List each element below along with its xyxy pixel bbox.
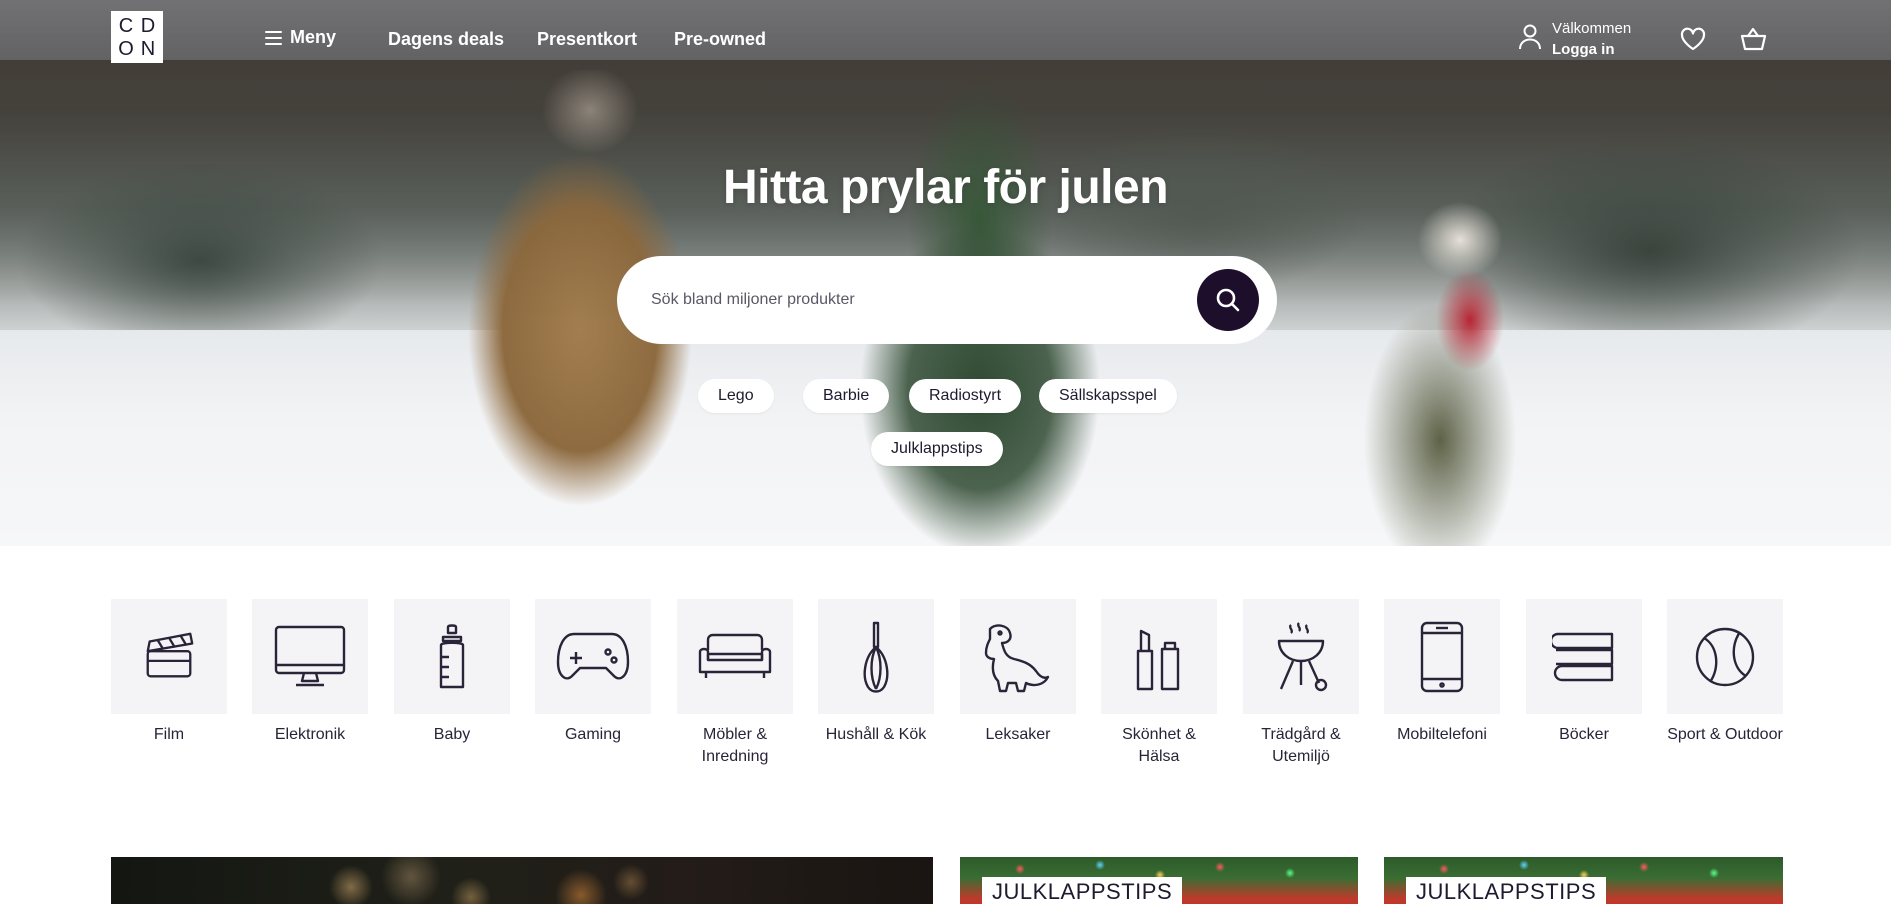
hero-title: Hitta prylar för julen (722, 161, 1169, 214)
heart-icon[interactable] (1680, 27, 1706, 56)
hamburger-icon (265, 30, 282, 45)
logo-letter: N (140, 37, 156, 60)
category-label: Elektronik (274, 726, 346, 743)
category-label: Leksaker (985, 726, 1051, 743)
basket-icon[interactable] (1740, 27, 1767, 56)
search-bar (617, 256, 1277, 344)
sofa-icon (698, 633, 772, 678)
account-greeting: Välkommen (1552, 20, 1632, 37)
category-label: Baby (433, 726, 471, 743)
cdon-logo[interactable]: C D O N (111, 11, 163, 63)
nav-link-presentkort[interactable]: Presentkort (537, 29, 637, 50)
user-icon (1518, 23, 1542, 56)
clapperboard-icon (146, 632, 194, 677)
promo-banner-julklappstips-2[interactable]: JULKLAPPSTIPS (1384, 857, 1783, 904)
logo-letter: O (118, 37, 134, 60)
category-mobler-inredning[interactable]: Möbler & Inredning (677, 599, 793, 768)
category-tile (1384, 599, 1500, 714)
nav-link-dagens-deals[interactable]: Dagens deals (388, 29, 504, 50)
whisk-icon (863, 621, 889, 693)
search-input[interactable] (651, 291, 1197, 309)
category-label: Möbler & Inredning (701, 726, 769, 765)
category-sport-outdoor[interactable]: Sport & Outdoor (1667, 599, 1783, 746)
category-leksaker[interactable]: Leksaker (960, 599, 1076, 746)
promo-banner-julklappstips-1[interactable]: JULKLAPPSTIPS (960, 857, 1358, 904)
category-tile (252, 599, 368, 714)
phone-icon (1420, 621, 1464, 692)
category-tile (960, 599, 1076, 714)
category-label: Sport & Outdoor (1667, 726, 1783, 743)
account-login-label: Logga in (1552, 41, 1615, 58)
category-label: Böcker (1559, 726, 1609, 743)
logo-letter: D (140, 14, 156, 37)
search-chip-julklappstips[interactable]: Julklappstips (871, 432, 1003, 466)
books-icon (1552, 632, 1614, 681)
category-label: Skönhet & Hälsa (1122, 726, 1196, 765)
logo-letter: C (118, 14, 134, 37)
category-tile (394, 599, 510, 714)
monitor-icon (274, 625, 346, 686)
ball-icon (1695, 627, 1755, 686)
search-icon (1216, 288, 1240, 312)
menu-button[interactable]: Meny (265, 27, 336, 48)
category-label: Gaming (564, 726, 622, 743)
category-tile (535, 599, 651, 714)
category-bocker[interactable]: Böcker (1526, 599, 1642, 746)
search-chip-barbie[interactable]: Barbie (803, 379, 890, 413)
promo-tag: JULKLAPPSTIPS (1406, 877, 1607, 904)
gamepad-icon (556, 632, 630, 679)
cosmetics-icon (1136, 629, 1180, 690)
category-tile (1526, 599, 1642, 714)
category-label: Film (153, 726, 185, 743)
category-elektronik[interactable]: Elektronik (252, 599, 368, 746)
category-tile (818, 599, 934, 714)
category-gaming[interactable]: Gaming (535, 599, 651, 746)
category-mobiltelefoni[interactable]: Mobiltelefoni (1384, 599, 1500, 746)
category-film[interactable]: Film (111, 599, 227, 746)
menu-label: Meny (290, 27, 337, 47)
search-button[interactable] (1197, 269, 1259, 331)
search-chip-radiostyrt[interactable]: Radiostyrt (909, 379, 1022, 413)
category-skonhet-halsa[interactable]: Skönhet & Hälsa (1101, 599, 1217, 768)
category-hushall-kok[interactable]: Hushåll & Kök (818, 599, 934, 746)
account-login-button[interactable]: Välkommen Logga in (1518, 18, 1631, 60)
baby-bottle-icon (439, 623, 465, 688)
promo-tag: JULKLAPPSTIPS (982, 877, 1183, 904)
search-chip-lego[interactable]: Lego (698, 379, 774, 413)
promo-banner-large[interactable] (111, 857, 933, 904)
category-tradgard-utemiljo[interactable]: Trädgård & Utemiljö (1243, 599, 1359, 768)
category-tile (677, 599, 793, 714)
search-chip-sallskapsspel[interactable]: Sällskapsspel (1039, 379, 1177, 413)
category-tile (1101, 599, 1217, 714)
category-label: Trädgård & Utemiljö (1261, 726, 1341, 765)
grill-icon (1277, 621, 1328, 691)
category-baby[interactable]: Baby (394, 599, 510, 746)
category-label: Hushåll & Kök (825, 726, 927, 743)
category-label: Mobiltelefoni (1397, 726, 1487, 743)
dinosaur-icon (984, 623, 1050, 692)
category-tile (111, 599, 227, 714)
category-tile (1667, 599, 1783, 714)
category-tile (1243, 599, 1359, 714)
nav-link-pre-owned[interactable]: Pre-owned (674, 29, 766, 50)
